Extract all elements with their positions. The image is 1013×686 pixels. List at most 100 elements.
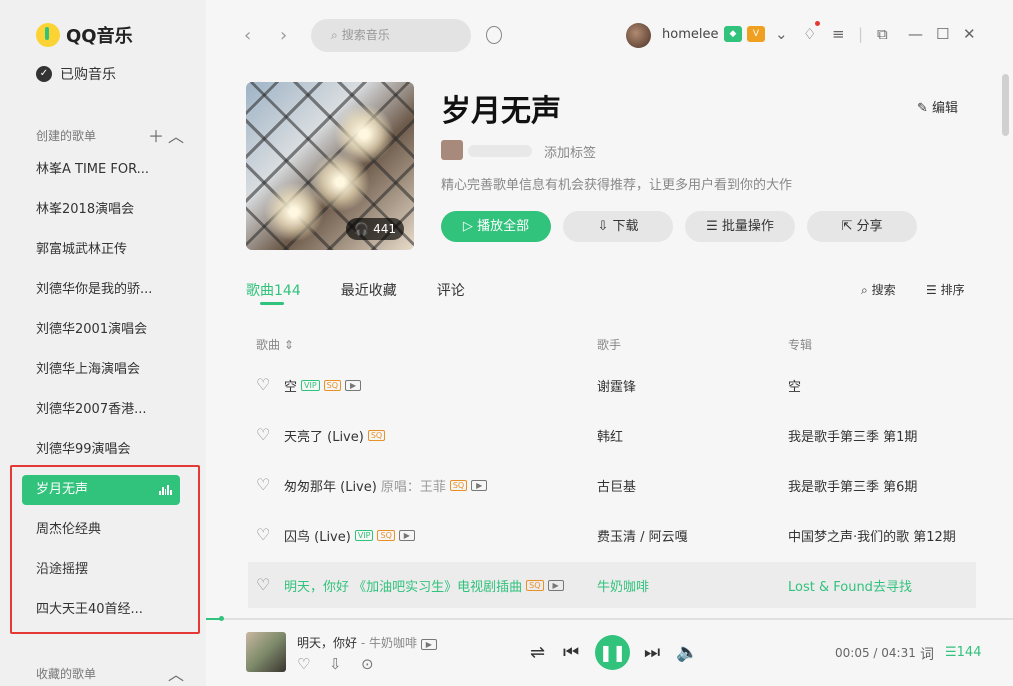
check-circle-icon: ✓ [36,66,52,82]
share-button[interactable]: ⇱ 分享 [807,211,917,242]
sidebar-playlist-item[interactable]: 郭富城武林正传 [22,235,180,265]
pause-button[interactable]: ❚❚ [595,635,630,670]
heart-icon[interactable]: ♡ [256,525,270,544]
sq-tag: SQ [367,430,386,441]
table-row[interactable]: ♡ 匆匆那年 (Live) 原唱：王菲 SQ ▶ 古巨基 我是歌手第三季 第6期 [248,462,976,508]
top-bar: ‹ › ⌕ 搜索音乐 homelee ◆ V ⌄ ♢ ≡ | ⧉ — ☐ ✕ [206,0,1013,70]
progress-bar[interactable] [206,616,1013,621]
created-playlists-header: 创建的歌单 ＋ ︿ [36,123,186,147]
avatar[interactable] [626,23,651,48]
song-artist[interactable]: 韩红 [597,426,623,445]
now-playing-artist[interactable]: - 牛奶咖啡 [357,636,417,650]
song-album[interactable]: 我是歌手第三季 第6期 [788,476,917,495]
song-album[interactable]: Lost & Found去寻找 [788,576,912,595]
download-icon[interactable]: ⇩ [329,655,342,673]
mv-icon[interactable]: ▶ [345,380,362,391]
app-logo[interactable]: QQ音乐 [36,22,133,48]
song-subtitle: 原唱：王菲 [380,480,446,495]
sort-button[interactable]: ☰ 排序 [926,281,965,298]
scrollbar[interactable] [1002,74,1009,136]
close-icon[interactable]: ✕ [963,25,976,43]
song-title: 空 [284,380,298,395]
creator-avatar[interactable] [441,140,463,160]
sidebar-playlist-item[interactable]: 林峯2018演唱会 [22,195,180,225]
sidebar-playlist-item[interactable]: 刘德华2007香港... [22,395,180,425]
sidebar-playlist-item[interactable]: 刘德华上海演唱会 [22,355,180,385]
song-artist[interactable]: 谢霆锋 [597,376,636,395]
song-artist[interactable]: 牛奶咖啡 [597,576,649,595]
sidebar-playlist-item[interactable]: 林峯A TIME FOR... [22,155,180,185]
table-row[interactable]: ♡ 天亮了 (Live) SQ 韩红 我是歌手第三季 第1期 [248,412,976,458]
vip-badge-icon[interactable]: V [747,26,765,42]
collapse-icon[interactable]: ︿ [166,123,186,147]
now-playing-cover[interactable] [246,632,286,672]
next-track-icon[interactable]: ⏭ [644,642,660,663]
forward-icon[interactable]: › [280,25,287,46]
volume-icon[interactable]: 🔈 [676,642,698,663]
tab-recent-favorites[interactable]: 最近收藏 [341,280,397,300]
mv-icon[interactable]: ▶ [547,580,564,591]
song-album[interactable]: 中国梦之声·我们的歌 第12期 [788,526,956,545]
green-diamond-icon[interactable]: ◆ [724,26,742,42]
voice-search-icon[interactable] [486,26,502,44]
tab-songs[interactable]: 歌曲144 [246,280,301,300]
table-row-playing[interactable]: ♡ 明天，你好 《加油吧实习生》电视剧插曲 SQ ▶ 牛奶咖啡 Lost & Fou… [248,562,976,608]
song-artist[interactable]: 古巨基 [597,476,636,495]
maximize-icon[interactable]: ☐ [936,25,949,43]
back-icon[interactable]: ‹ [244,25,251,46]
menu-icon[interactable]: ≡ [832,25,845,43]
sq-tag: SQ [323,380,342,391]
mv-icon[interactable]: ▶ [471,480,488,491]
mini-mode-icon[interactable]: ⧉ [877,25,888,43]
chevron-down-icon[interactable]: ⌄ [775,25,788,43]
search-input[interactable]: ⌕ 搜索音乐 [311,19,471,52]
add-tag-link[interactable]: 添加标签 [544,142,596,161]
song-title: 明天，你好 《加油吧实习生》电视剧插曲 [284,580,523,595]
search-icon: ⌕ [861,283,868,297]
heart-icon[interactable]: ♡ [297,655,310,673]
sidebar-playlist-item[interactable]: 刘德华99演唱会 [22,435,180,465]
tab-comments[interactable]: 评论 [437,280,465,300]
mv-icon[interactable]: ▶ [420,639,437,650]
table-row[interactable]: ♡ 空 VIP SQ ▶ 谢霆锋 空 [248,362,976,408]
sidebar-playlist-item[interactable]: 刘德华2001演唱会 [22,315,180,345]
more-icon[interactable]: ⊙ [361,655,374,673]
vip-tag: VIP [354,530,374,541]
playlist-cover[interactable]: 🎧 441 [246,82,414,250]
now-playing-title[interactable]: 明天，你好 [297,636,357,650]
progress-knob[interactable] [218,616,224,621]
collapse-icon[interactable]: ︿ [166,661,186,685]
heart-icon[interactable]: ♡ [256,475,270,494]
song-album[interactable]: 我是歌手第三季 第1期 [788,426,917,445]
creator-name[interactable] [468,145,532,157]
previous-track-icon[interactable]: ⏮ [563,642,579,663]
download-button[interactable]: ⇩ 下载 [563,211,673,242]
song-title: 囚鸟 (Live) [284,530,351,545]
column-header-song[interactable]: 歌曲 ⇕ [256,336,294,353]
sidebar-item-purchased[interactable]: ✓ 已购音乐 [36,64,116,84]
heart-icon[interactable]: ♡ [256,575,270,594]
heart-icon[interactable]: ♡ [256,375,270,394]
list-search-button[interactable]: ⌕ 搜索 [861,281,896,298]
mv-icon[interactable]: ▶ [398,530,415,541]
batch-operation-button[interactable]: ☰ 批量操作 [685,211,795,242]
main-content: ‹ › ⌕ 搜索音乐 homelee ◆ V ⌄ ♢ ≡ | ⧉ — ☐ ✕ 🎧 … [206,0,1013,618]
play-all-button[interactable]: ▷ 播放全部 [441,211,551,242]
song-title: 天亮了 (Live) [284,430,364,445]
minimize-icon[interactable]: — [908,25,923,43]
playback-mode-icon[interactable]: ⇌ [530,642,545,663]
username[interactable]: homelee [662,27,718,42]
heart-icon[interactable]: ♡ [256,425,270,444]
edit-button[interactable]: ✎ 编辑 [917,97,958,116]
table-row[interactable]: ♡ 囚鸟 (Live) VIP SQ ▶ 费玉清 / 阿云嘎 中国梦之声·我们的歌 第… [248,512,976,558]
edit-icon: ✎ [917,101,928,116]
playlist-queue-button[interactable]: ☰144 [945,645,981,660]
collected-playlists-header: 收藏的歌单 ︿ [36,661,186,685]
song-artist[interactable]: 费玉清 / 阿云嘎 [597,526,688,545]
playback-time: 00:05 / 04:31 [835,646,916,660]
skin-icon[interactable]: ♢ [803,25,816,43]
song-album[interactable]: 空 [788,376,801,395]
add-playlist-icon[interactable]: ＋ [146,123,166,147]
sidebar-playlist-item[interactable]: 刘德华你是我的骄... [22,275,180,305]
lyrics-button[interactable]: 词 [920,644,934,664]
